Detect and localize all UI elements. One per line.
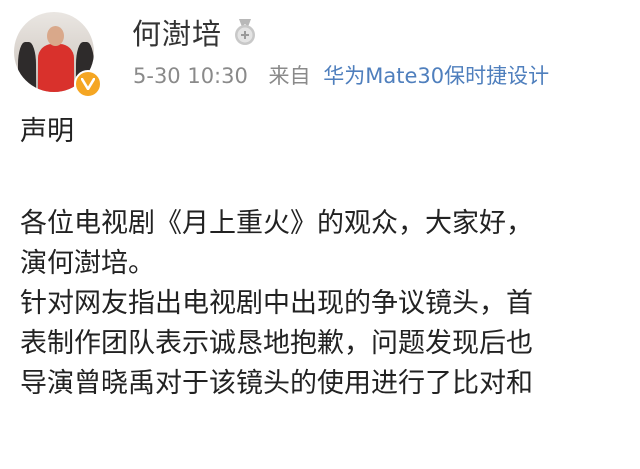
post-line: 导演曾晓禹对于该镜头的使用进行了比对和 bbox=[20, 368, 533, 399]
username-row: 何澍培 bbox=[132, 12, 258, 52]
username[interactable]: 何澍培 bbox=[132, 11, 222, 53]
source-device-link[interactable]: 华为Mate30保时捷设计 bbox=[323, 64, 549, 88]
post-line: 表制作团队表示诚恳地抱歉，问题发现后也 bbox=[20, 328, 533, 359]
post-title: 声明 bbox=[20, 116, 74, 147]
post-meta: 5-30 10:30 来自 华为Mate30保时捷设计 bbox=[133, 62, 549, 90]
medal-icon[interactable] bbox=[232, 18, 258, 46]
post-line: 针对网友指出电视剧中出现的争议镜头，首 bbox=[20, 288, 533, 319]
source-prefix: 来自 bbox=[268, 64, 311, 88]
verified-badge-icon bbox=[74, 70, 102, 98]
post-time: 5-30 10:30 bbox=[133, 64, 248, 88]
post-line: 演何澍培。 bbox=[20, 248, 155, 279]
post-body: 声明 各位电视剧《月上重火》的观众，大家好， 演何澍培。 针对网友指出电视剧中出… bbox=[20, 112, 640, 404]
avatar-figure-head bbox=[47, 26, 64, 46]
avatar-container[interactable] bbox=[14, 12, 102, 98]
avatar-figure-body bbox=[38, 44, 74, 92]
avatar-bg-figure bbox=[18, 42, 36, 92]
post-header: 何澍培 5-30 10:30 来自 华为Mate30保时捷设计 bbox=[0, 0, 640, 110]
verified-check-icon bbox=[81, 78, 95, 90]
post-line: 各位电视剧《月上重火》的观众，大家好， bbox=[20, 208, 533, 239]
